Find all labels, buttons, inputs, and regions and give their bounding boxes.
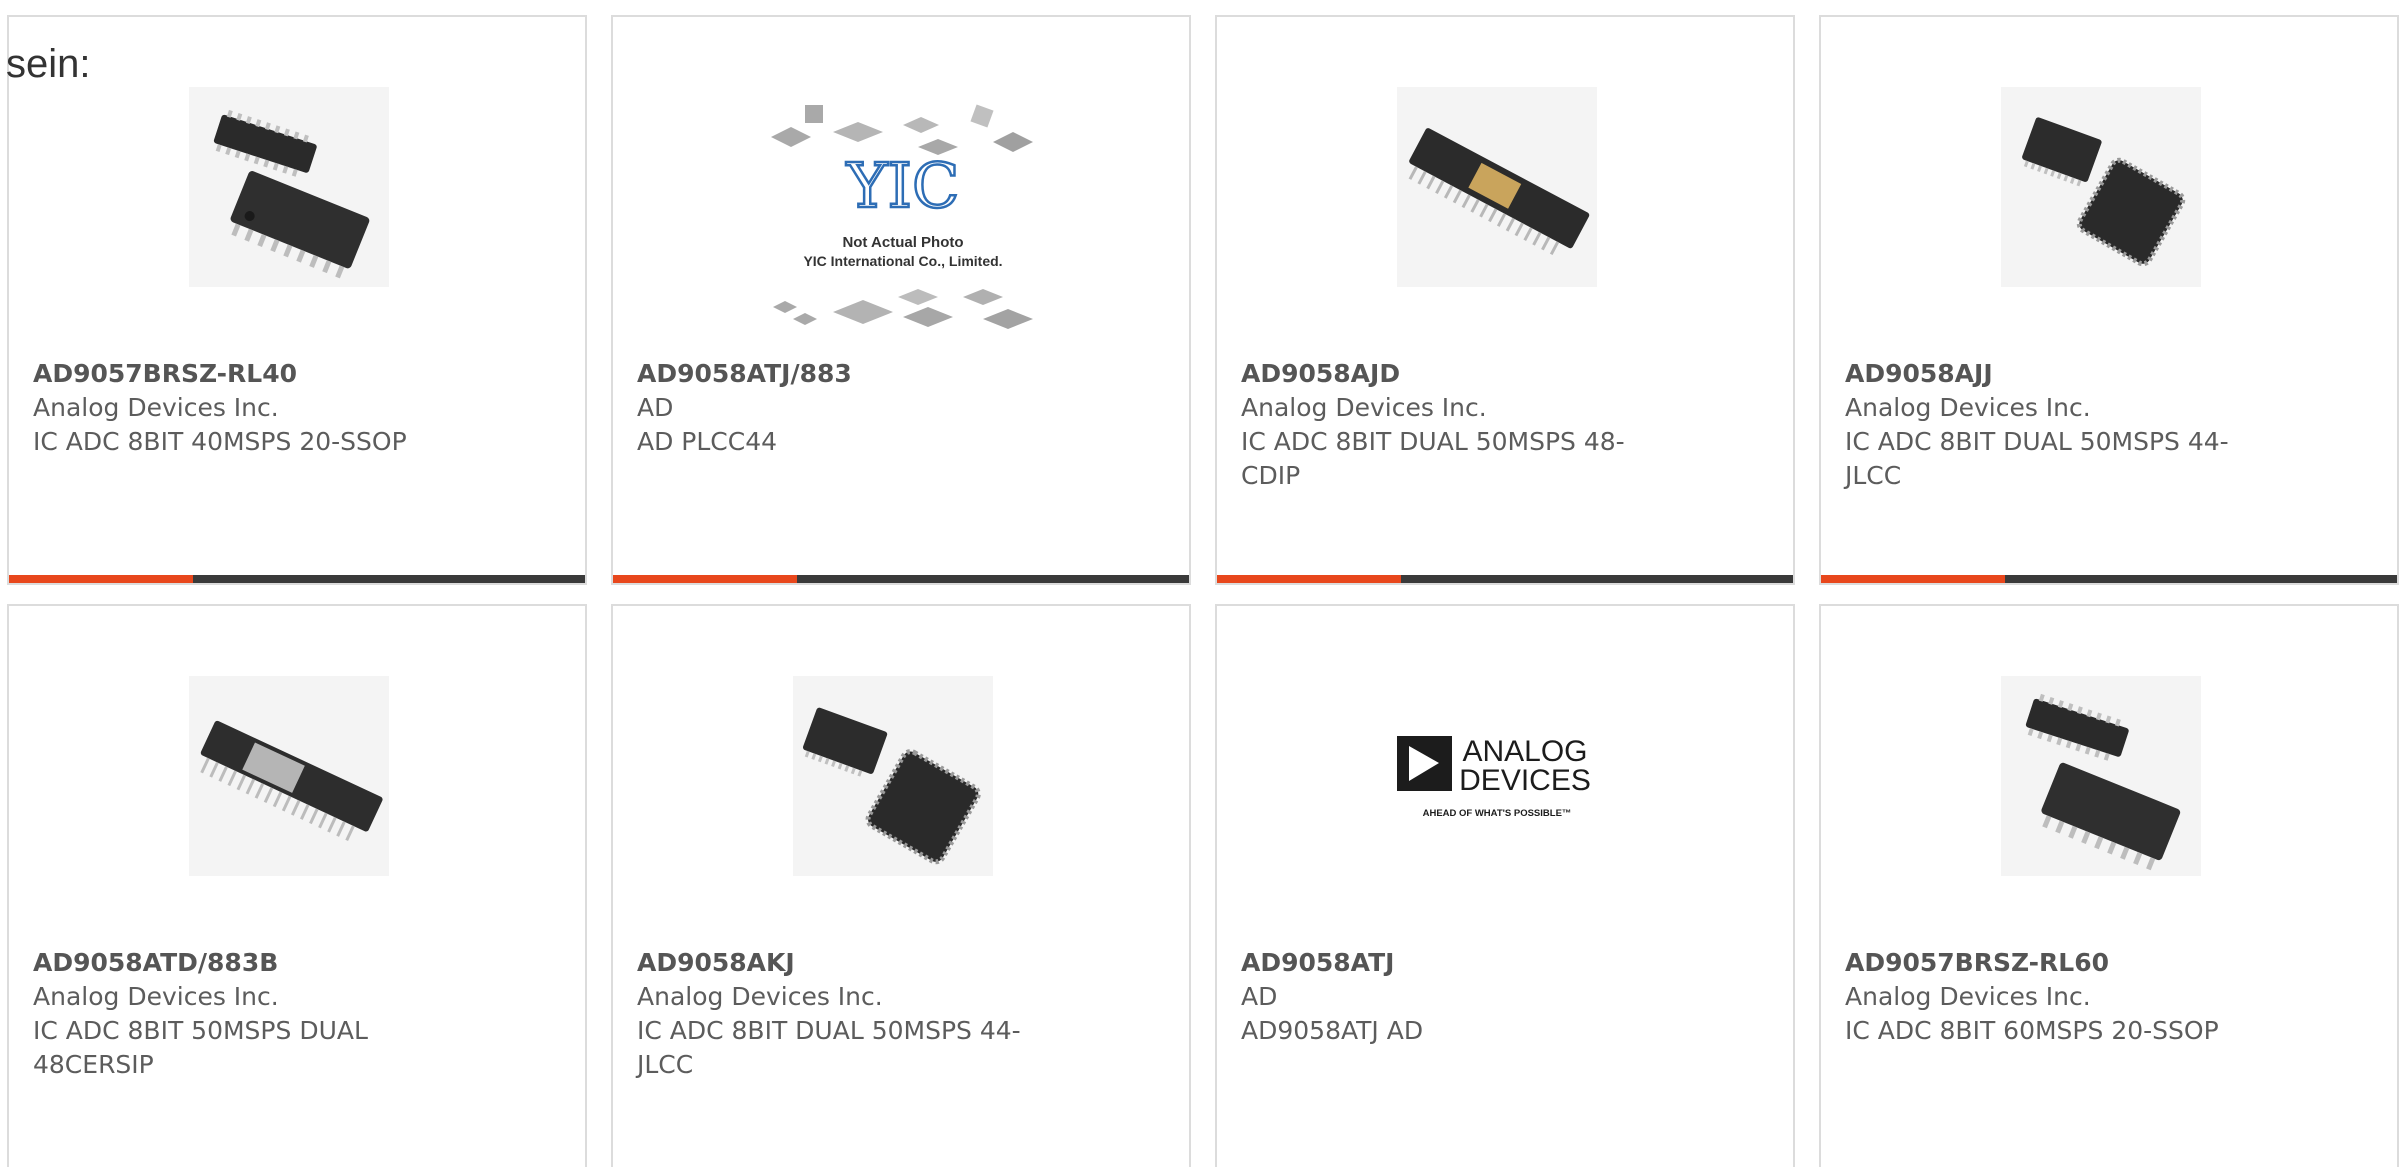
card-accent-bar: [1217, 575, 1402, 583]
product-info: AD9058AJJ Analog Devices Inc. IC ADC 8BI…: [1845, 357, 2285, 493]
placeholder-image[interactable]: YIC Not Actual Photo YIC International C…: [763, 97, 1043, 347]
manufacturer: Analog Devices Inc.: [637, 982, 883, 1011]
product-card[interactable]: AD9058AJJ Analog Devices Inc. IC ADC 8BI…: [1819, 15, 2399, 585]
manufacturer: AD: [637, 393, 674, 422]
logo-word-devices: DEVICES: [1459, 764, 1591, 797]
description: IC ADC 8BIT 60MSPS 20-SSOP: [1845, 1016, 2219, 1045]
product-grid-page: sein: AD9057BRSZ-RL40 Analog Devices Inc…: [0, 0, 2400, 1167]
product-card[interactable]: AD9058AKJ Analog Devices Inc. IC ADC 8BI…: [611, 604, 1191, 1167]
lead-text: sein:: [6, 42, 91, 86]
product-info: AD9057BRSZ-RL40 Analog Devices Inc. IC A…: [33, 357, 473, 459]
part-number-link[interactable]: AD9058AJJ: [1845, 357, 2285, 391]
product-card[interactable]: AD9058AJD Analog Devices Inc. IC ADC 8BI…: [1215, 15, 1795, 585]
card-bottom-bar: [9, 575, 585, 583]
part-number-link[interactable]: AD9058ATJ: [1241, 946, 1681, 980]
description: AD9058ATJ AD: [1241, 1016, 1424, 1045]
card-bottom-bar: [1217, 575, 1793, 583]
product-card[interactable]: YIC Not Actual Photo YIC International C…: [611, 15, 1191, 585]
description: AD PLCC44: [637, 427, 778, 456]
card-accent-bar: [613, 575, 798, 583]
manufacturer: AD: [1241, 982, 1278, 1011]
card-bottom-bar: [613, 575, 1189, 583]
manufacturer: Analog Devices Inc.: [1241, 393, 1487, 422]
product-info: AD9058ATD/883B Analog Devices Inc. IC AD…: [33, 946, 473, 1082]
manufacturer: Analog Devices Inc.: [1845, 982, 2091, 1011]
cdip-chip-image[interactable]: [1397, 87, 1597, 287]
description: IC ADC 8BIT 40MSPS 20-SSOP: [33, 427, 407, 456]
product-info: AD9058ATJ AD AD9058ATJ AD: [1241, 946, 1681, 1048]
manufacturer: Analog Devices Inc.: [1845, 393, 2091, 422]
jlcc-chip-image[interactable]: [2001, 87, 2201, 287]
description: IC ADC 8BIT DUAL 50MSPS 48-CDIP: [1241, 427, 1625, 490]
manufacturer: Analog Devices Inc.: [33, 393, 279, 422]
part-number-link[interactable]: AD9058AKJ: [637, 946, 1077, 980]
jlcc-chip-image[interactable]: [793, 676, 993, 876]
ssop-chip-image[interactable]: [2001, 676, 2201, 876]
yic-logo-text: YIC: [846, 149, 960, 222]
product-card[interactable]: AD9057BRSZ-RL60 Analog Devices Inc. IC A…: [1819, 604, 2399, 1167]
product-card[interactable]: ANALOG DEVICES AHEAD OF WHAT'S POSSIBLE™…: [1215, 604, 1795, 1167]
description: IC ADC 8BIT DUAL 50MSPS 44-JLCC: [1845, 427, 2229, 490]
part-number-link[interactable]: AD9058ATJ/883: [637, 357, 1077, 391]
card-accent-bar: [1821, 575, 2006, 583]
product-info: AD9058ATJ/883 AD AD PLCC44: [637, 357, 1077, 459]
card-bottom-bar: [1821, 575, 2397, 583]
product-card[interactable]: AD9058ATD/883B Analog Devices Inc. IC AD…: [7, 604, 587, 1167]
card-accent-bar: [9, 575, 194, 583]
product-info: AD9058AKJ Analog Devices Inc. IC ADC 8BI…: [637, 946, 1077, 1082]
part-number-link[interactable]: AD9057BRSZ-RL60: [1845, 946, 2285, 980]
part-number-link[interactable]: AD9057BRSZ-RL40: [33, 357, 473, 391]
company-caption: YIC International Co., Limited.: [803, 253, 1002, 269]
part-number-link[interactable]: AD9058ATD/883B: [33, 946, 473, 980]
description: IC ADC 8BIT 50MSPS DUAL 48CERSIP: [33, 1016, 368, 1079]
part-number-link[interactable]: AD9058AJD: [1241, 357, 1681, 391]
not-actual-photo-caption: Not Actual Photo: [842, 234, 963, 251]
sip-chip-image[interactable]: [189, 676, 389, 876]
product-card[interactable]: AD9057BRSZ-RL40 Analog Devices Inc. IC A…: [7, 15, 587, 585]
product-info: AD9058AJD Analog Devices Inc. IC ADC 8BI…: [1241, 357, 1681, 493]
description: IC ADC 8BIT DUAL 50MSPS 44-JLCC: [637, 1016, 1021, 1079]
logo-tagline: AHEAD OF WHAT'S POSSIBLE™: [1423, 808, 1572, 819]
ssop-chip-image[interactable]: [189, 87, 389, 287]
analog-devices-logo-image[interactable]: ANALOG DEVICES AHEAD OF WHAT'S POSSIBLE™: [1397, 676, 1597, 876]
manufacturer: Analog Devices Inc.: [33, 982, 279, 1011]
product-info: AD9057BRSZ-RL60 Analog Devices Inc. IC A…: [1845, 946, 2285, 1048]
